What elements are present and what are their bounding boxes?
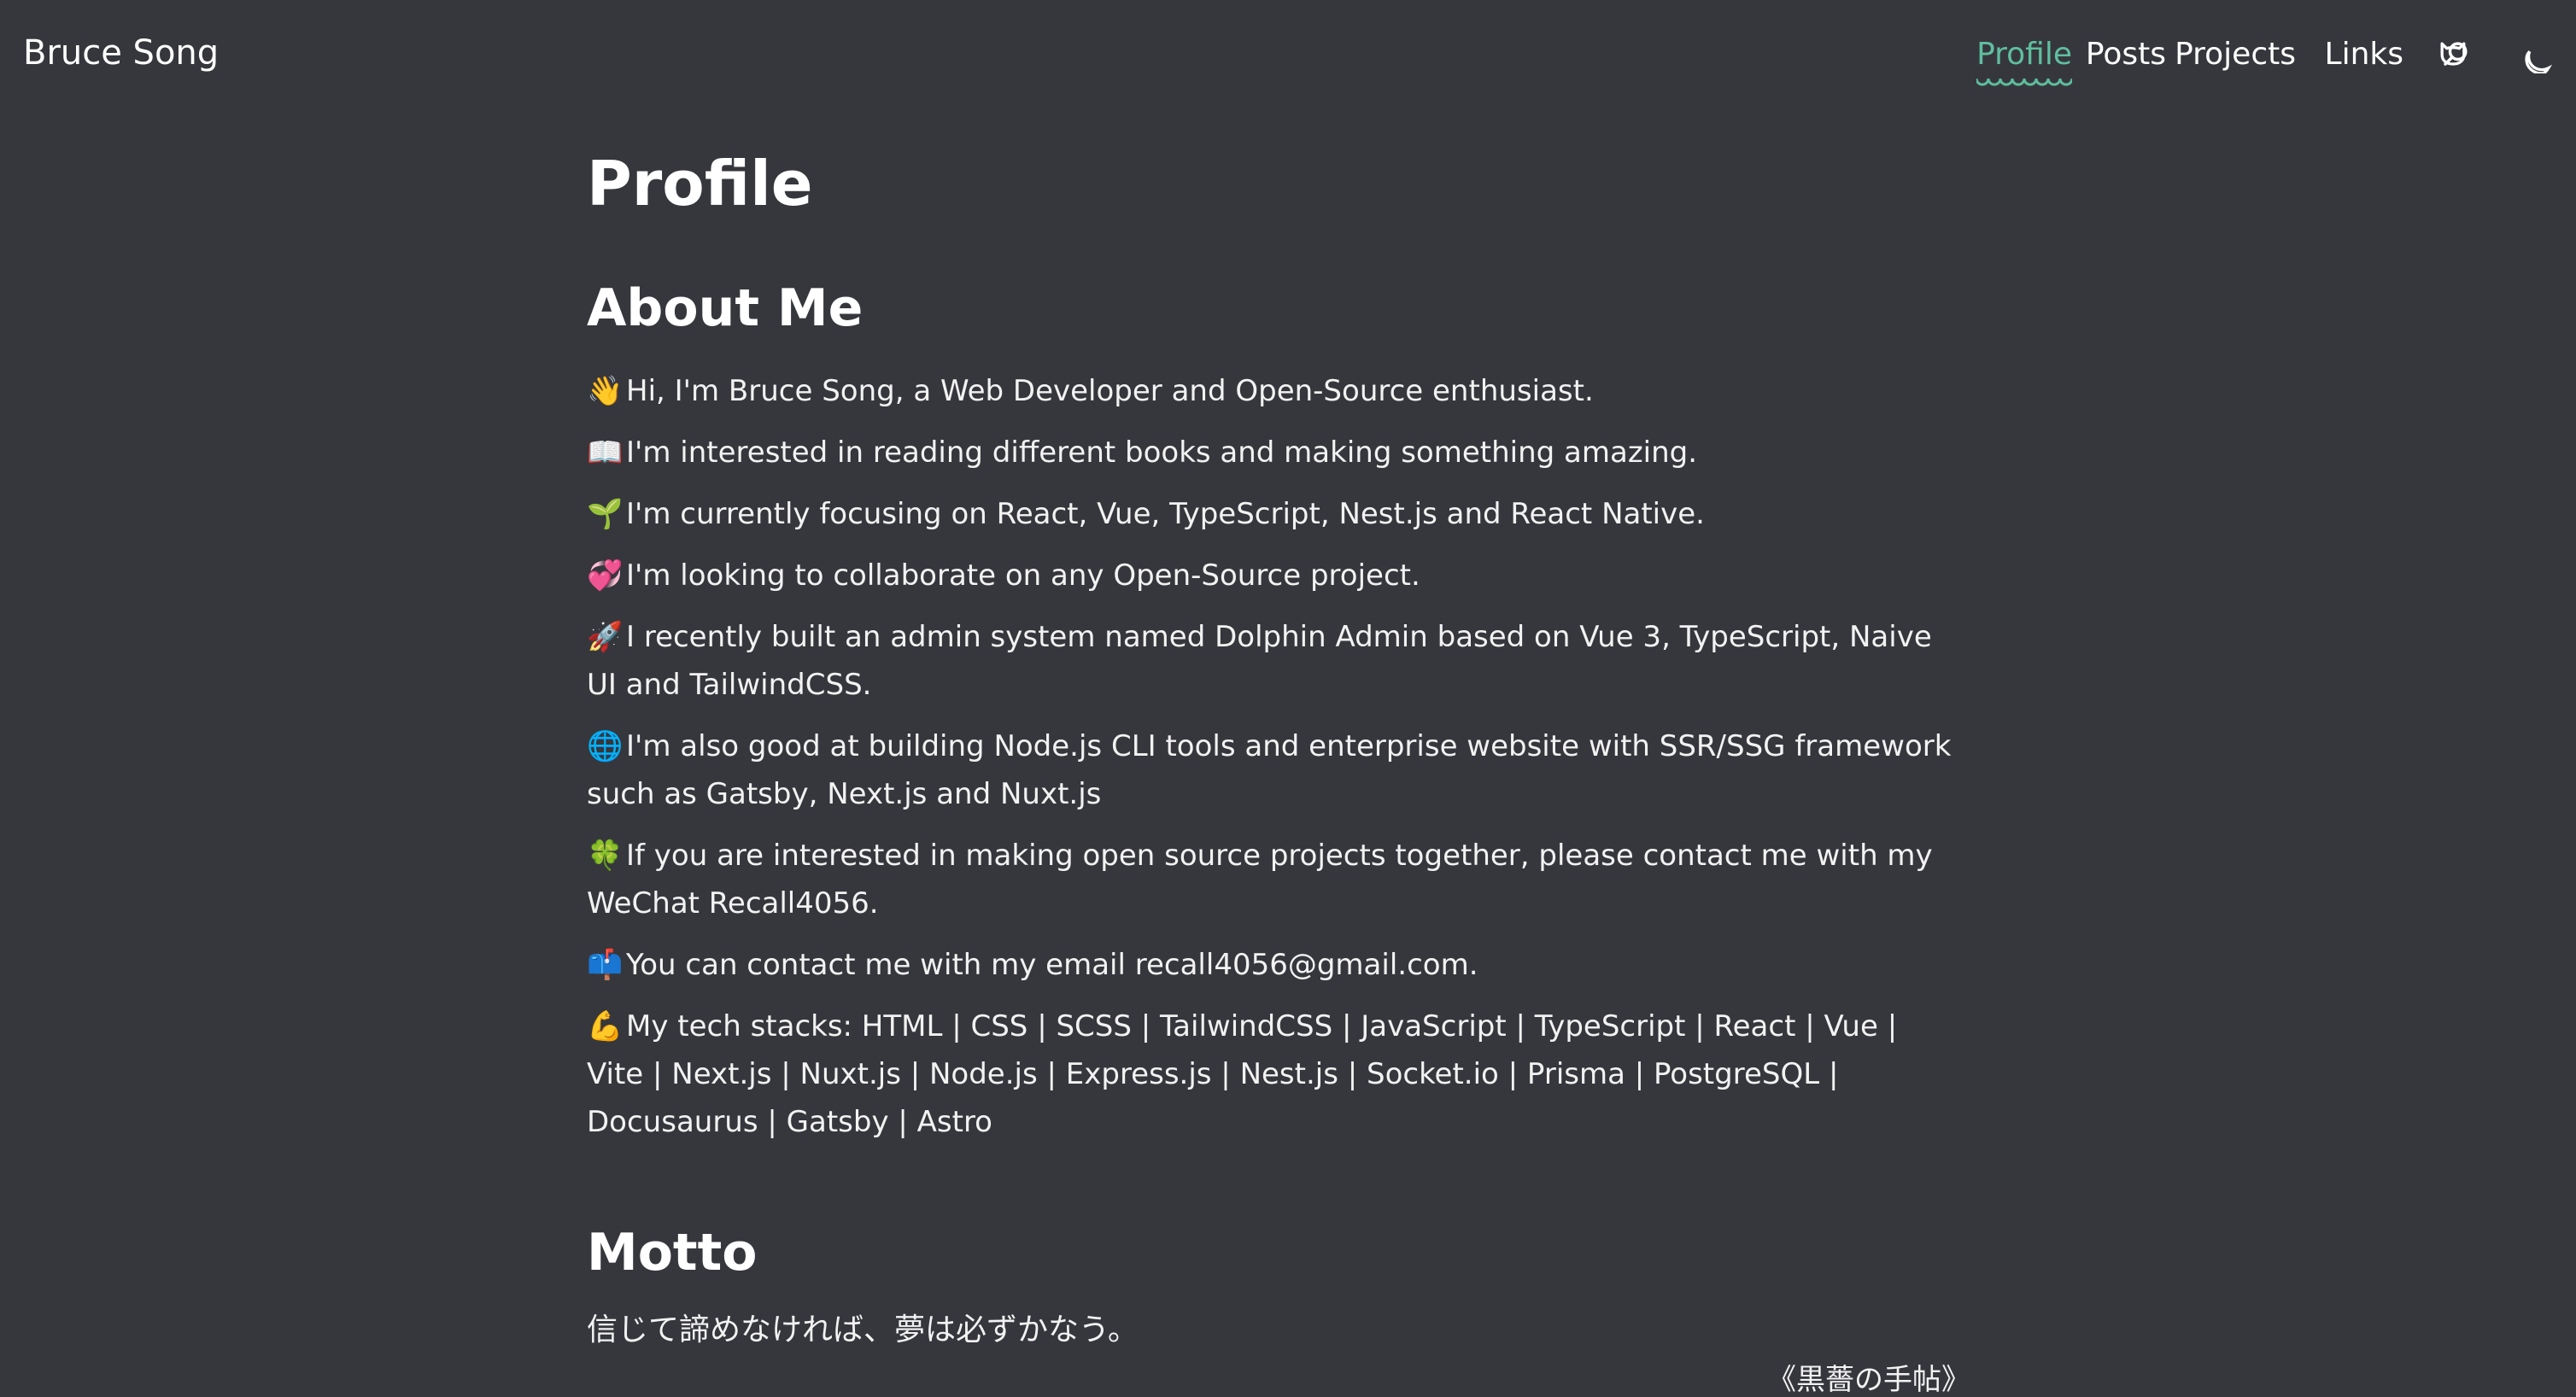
motto-text: 信じて諦めなければ、夢は必ずかなう。 bbox=[587, 1312, 1139, 1347]
main-content: Profile About Me 👋 Hi, I'm Bruce Song, a … bbox=[587, 137, 1970, 1397]
about-item-text: I recently built an admin system named D… bbox=[587, 620, 1932, 702]
about-list: 👋 Hi, I'm Bruce Song, a Web Developer and… bbox=[587, 367, 1962, 1146]
open-book-icon: 📖 bbox=[587, 435, 624, 470]
page-title: Profile bbox=[587, 148, 813, 219]
about-item-wechat: 🍀 If you are interested in making open so… bbox=[587, 832, 1962, 927]
search-icon[interactable] bbox=[2436, 36, 2474, 73]
about-item-dolphin-admin: 🚀 I recently built an admin system named … bbox=[587, 613, 1962, 709]
seedling-icon: 🌱 bbox=[587, 497, 624, 531]
about-item-text: You can contact me with my email recall4… bbox=[626, 948, 1478, 982]
moon-icon[interactable] bbox=[2517, 36, 2555, 73]
about-item-email: 📫 You can contact me with my email recall… bbox=[587, 941, 1962, 989]
about-item-text: I'm interested in reading different book… bbox=[626, 435, 1698, 470]
four-leaf-clover-icon: 🍀 bbox=[587, 839, 624, 873]
nav-links[interactable]: Links bbox=[2325, 29, 2403, 80]
hearts-icon: 💞 bbox=[587, 558, 624, 593]
site-header: Bruce Song Profile Posts Projects Links bbox=[0, 0, 2576, 111]
flexed-biceps-icon: 💪 bbox=[587, 1009, 624, 1043]
about-heading: About Me bbox=[587, 278, 864, 338]
mailbox-icon: 📫 bbox=[587, 948, 624, 982]
about-item-focus: 🌱 I'm currently focusing on React, Vue, T… bbox=[587, 490, 1962, 538]
about-item-text: I'm also good at building Node.js CLI to… bbox=[587, 729, 1952, 811]
site-brand[interactable]: Bruce Song bbox=[23, 29, 219, 77]
about-item-tech-stacks: 💪 My tech stacks: HTML | CSS | SCSS | Tai… bbox=[587, 1002, 1962, 1146]
motto-source: 《黒薔の手帖》 bbox=[1767, 1363, 1970, 1397]
about-item-reading: 📖 I'm interested in reading different boo… bbox=[587, 429, 1962, 476]
nav-projects[interactable]: Projects bbox=[2175, 29, 2296, 80]
about-item-collaborate: 💞 I'm looking to collaborate on any Open-… bbox=[587, 552, 1962, 599]
about-item-text: If you are interested in making open sou… bbox=[587, 839, 1933, 921]
globe-icon: 🌐 bbox=[587, 729, 624, 763]
about-item-text: I'm looking to collaborate on any Open-S… bbox=[626, 558, 1420, 593]
about-item-text: Hi, I'm Bruce Song, a Web Developer and … bbox=[626, 374, 1594, 408]
about-item-nodejs: 🌐 I'm also good at building Node.js CLI t… bbox=[587, 722, 1962, 818]
nav-posts[interactable]: Posts bbox=[2086, 29, 2166, 80]
about-item-text: I'm currently focusing on React, Vue, Ty… bbox=[626, 497, 1705, 531]
waving-hand-icon: 👋 bbox=[587, 374, 624, 408]
rocket-icon: 🚀 bbox=[587, 620, 624, 654]
motto-heading: Motto bbox=[587, 1223, 758, 1283]
nav-profile[interactable]: Profile bbox=[1976, 29, 2072, 87]
about-item-text: My tech stacks: HTML | CSS | SCSS | Tail… bbox=[587, 1009, 1898, 1139]
about-item-intro: 👋 Hi, I'm Bruce Song, a Web Developer and… bbox=[587, 367, 1962, 415]
